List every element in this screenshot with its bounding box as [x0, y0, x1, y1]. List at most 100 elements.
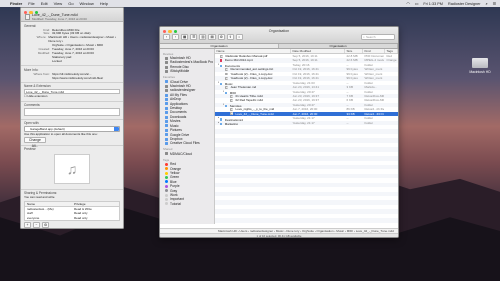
sharing-section: Sharing & Permissions: You can read and … — [21, 190, 123, 228]
comments-header[interactable]: Comments: — [24, 103, 120, 107]
sidebar-item-icon — [165, 202, 168, 206]
permissions-col-name[interactable]: Name — [25, 202, 72, 206]
column-tags[interactable]: Tags — [385, 49, 398, 53]
file-name: Demo Mid 2014.mp4 — [224, 58, 253, 63]
document-icon — [229, 108, 233, 111]
file-name: 01 Hearts Tribe.m4d — [235, 93, 263, 98]
table-row[interactable] — [215, 223, 398, 224]
info-titlebar[interactable]: Love_42_-_Dune_Tune.m4d Modified: Tuesda… — [21, 8, 123, 22]
file-name: Jean Theleman.md — [230, 85, 257, 90]
notification-center-icon[interactable]: ☰ — [493, 1, 496, 6]
menu-help[interactable]: Help — [100, 1, 108, 6]
menu-go[interactable]: Go — [68, 1, 73, 6]
hard-drive-icon — [472, 58, 488, 68]
sidebar-item-label: MDMAC/Cloud — [170, 151, 192, 156]
general-row: Locked — [24, 59, 120, 64]
column-date-modified[interactable]: Date Modified — [291, 49, 345, 53]
chevron-updown-icon — [114, 127, 119, 131]
menu-clock[interactable]: Fri 1:33 PM — [423, 2, 443, 6]
list-view-button[interactable]: ☰ — [190, 34, 198, 40]
battery-icon[interactable]: ▭ — [415, 1, 419, 6]
action-gear-button[interactable]: ⚙ — [217, 34, 225, 40]
document-icon — [224, 68, 228, 71]
more-info-value: https://www.midimelody.com/midi-files/ — [52, 75, 104, 80]
menu-finder[interactable]: Finder — [10, 1, 22, 6]
back-button[interactable]: ‹ — [163, 34, 170, 40]
search-input[interactable]: ⌕ Search — [361, 34, 395, 40]
remove-permission-button[interactable]: − — [33, 222, 40, 228]
document-icon — [229, 112, 233, 116]
sidebar-item-icon — [165, 171, 168, 175]
file-name: Yearbook (2) - Files_1.copy.doc — [230, 76, 273, 81]
desktop-drive-label: Macintosh HD — [469, 70, 491, 74]
tab-organisation-2[interactable]: Organisation — [279, 44, 398, 48]
cell-kind — [363, 223, 385, 224]
sidebar-item-icon — [165, 93, 168, 97]
sidebar-item-icon — [165, 89, 168, 93]
sidebar-item-icon — [165, 162, 168, 166]
open-with-value: GarageBand.app (default) — [30, 127, 65, 132]
info-subtitle: Modified: Tuesday, June 7, 2016 at 20:00 — [32, 17, 87, 21]
spotlight-icon[interactable]: ⌕ — [485, 2, 487, 6]
cover-flow-button[interactable]: ▤ — [208, 34, 216, 40]
forward-button[interactable]: › — [172, 34, 179, 40]
sidebar-item-icon — [165, 69, 168, 73]
tab-organisation-1[interactable]: Organisation — [160, 44, 279, 48]
file-name: Radiostar Relaxbox Manual.pdf — [225, 54, 268, 58]
sidebar-item-icon — [165, 193, 168, 197]
add-permission-button[interactable]: + — [24, 222, 31, 228]
column-size[interactable]: Size — [345, 49, 363, 53]
comments-field[interactable] — [24, 108, 120, 117]
general-section: General: Kind: Rekordbox-MIDI File Size: 32… — [21, 22, 123, 67]
sidebar-item[interactable]: Tutorial — [160, 202, 214, 206]
permission-row[interactable]: everyone Read only — [25, 216, 119, 220]
sidebar-item-icon — [165, 56, 168, 60]
sidebar-item-icon — [165, 152, 168, 156]
sidebar-item-icon — [165, 167, 168, 171]
sidebar-item-icon — [165, 61, 168, 65]
desktop-drive-macintosh-hd[interactable]: Macintosh HD — [467, 58, 493, 74]
column-kind[interactable]: Kind — [363, 49, 385, 53]
document-icon — [224, 85, 228, 89]
wifi-icon[interactable]: ◠ — [406, 1, 409, 6]
file-name: 02 Red Tape4U.m4d — [235, 98, 263, 103]
menu-window[interactable]: Window — [80, 1, 94, 6]
menu-file[interactable]: File — [28, 1, 34, 6]
window-title: Organisation — [268, 28, 290, 33]
sidebar-item-icon — [165, 106, 168, 110]
sidebar-item-icon — [165, 119, 168, 123]
column-view-button[interactable]: ▥ — [199, 34, 207, 40]
search-icon: ⌕ — [363, 35, 365, 39]
sidebar-item-icon — [165, 97, 168, 101]
tags-button[interactable]: ○ — [235, 34, 243, 40]
cell-name — [215, 223, 291, 224]
sidebar-item-icon — [165, 198, 168, 202]
sidebar-item-icon — [165, 84, 168, 88]
change-all-button[interactable]: Change All... — [24, 137, 46, 148]
sharing-note: You can read and write — [24, 195, 55, 200]
music-note-icon: ♫ — [54, 154, 90, 185]
menu-edit[interactable]: Edit — [41, 1, 48, 6]
general-label: Where: — [36, 35, 47, 40]
open-with-select[interactable]: GarageBand.app (default) — [24, 126, 120, 132]
sidebar-item-icon — [165, 137, 168, 141]
permission-privilege[interactable]: Read only — [72, 216, 119, 220]
finder-titlebar[interactable]: Organisation ‹ › ▦ ☰ ▥ ▤ ⚙ ⇪ ○ ⌕ Search — [160, 27, 398, 44]
open-with-header[interactable]: Open with: — [24, 121, 120, 125]
preview-header[interactable]: Preview: — [24, 147, 120, 151]
permissions-col-privilege[interactable]: Privilege — [72, 202, 119, 206]
sidebar-item-icon — [165, 189, 168, 193]
column-name[interactable]: Name — [215, 49, 291, 53]
share-button[interactable]: ⇪ — [226, 34, 234, 40]
general-header[interactable]: General: — [24, 24, 120, 28]
name-extension-section: Name & Extension: Love_42_-_Dune_Tune.m4… — [21, 83, 123, 102]
menu-user[interactable]: Radioster Designer — [448, 2, 481, 6]
name-extension-header[interactable]: Name & Extension: — [24, 84, 120, 88]
sidebar-item-icon — [165, 124, 168, 128]
menu-view[interactable]: View — [54, 1, 63, 6]
sidebar-item-icon — [165, 65, 168, 69]
icon-view-button[interactable]: ▦ — [181, 34, 189, 40]
sidebar-item-icon — [165, 128, 168, 132]
cell-date — [291, 223, 345, 224]
gear-icon[interactable]: ⚙ — [42, 222, 50, 228]
